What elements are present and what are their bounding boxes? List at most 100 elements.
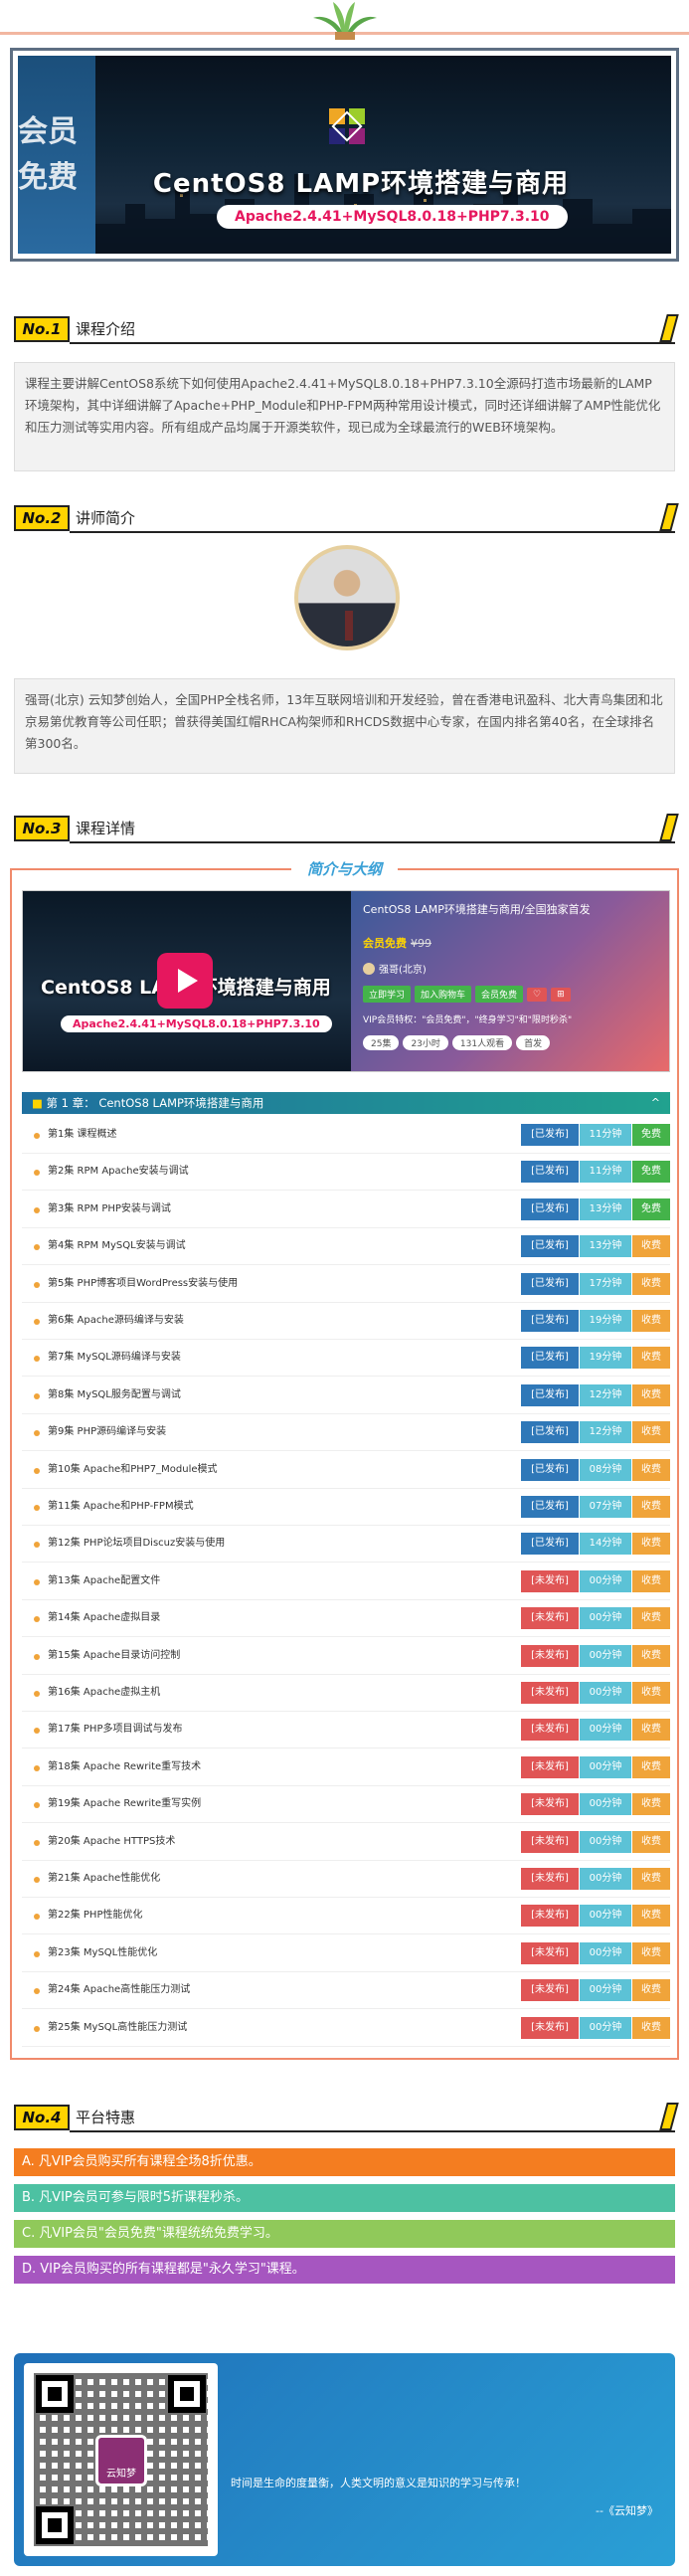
chapter-header[interactable]: ■ 第 1 章： CentOS8 LAMP环境搭建与商用 ^: [22, 1092, 670, 1114]
collapse-chevron-icon[interactable]: ^: [651, 1092, 660, 1114]
tag-hours: 23小时: [403, 1035, 448, 1050]
lesson-duration: 11分钟: [580, 1161, 631, 1184]
lesson-bullet-icon: [34, 1244, 40, 1251]
lesson-access-badge[interactable]: 收费: [632, 1421, 670, 1444]
lesson-title[interactable]: 第14集 Apache虚拟目录: [48, 1610, 160, 1626]
lesson-title[interactable]: 第8集 MySQL服务配置与调试: [48, 1387, 181, 1403]
lesson-row[interactable]: 第7集 MySQL源码编译与安装 [已发布] 19分钟 收费: [22, 1340, 670, 1378]
lesson-row[interactable]: 第14集 Apache虚拟目录 [未发布] 00分钟 收费: [22, 1600, 670, 1638]
play-button-icon[interactable]: [157, 953, 213, 1009]
lesson-row[interactable]: 第13集 Apache配置文件 [未发布] 00分钟 收费: [22, 1564, 670, 1600]
teacher-intro-text: 强哥(北京) 云知梦创始人，全国PHP全栈名师，13年互联网培训和开发经验，曾在…: [14, 678, 675, 774]
lesson-title[interactable]: 第16集 Apache虚拟主机: [48, 1685, 160, 1701]
member-free-badge: 会员免费: [18, 56, 95, 254]
lesson-title[interactable]: 第20集 Apache HTTPS技术: [48, 1834, 175, 1850]
lesson-title[interactable]: 第21集 Apache性能优化: [48, 1871, 160, 1887]
lesson-access-badge[interactable]: 收费: [632, 1868, 670, 1890]
lesson-title[interactable]: 第13集 Apache配置文件: [48, 1573, 160, 1589]
lesson-access-badge[interactable]: 免费: [632, 1197, 670, 1220]
lesson-access-badge[interactable]: 收费: [632, 1607, 670, 1630]
lesson-row[interactable]: 第21集 Apache性能优化 [未发布] 00分钟 收费: [22, 1861, 670, 1898]
lesson-row[interactable]: 第5集 PHP博客项目WordPress安装与使用 [已发布] 17分钟 收费: [22, 1266, 670, 1303]
lesson-title[interactable]: 第1集 课程概述: [48, 1127, 117, 1143]
lesson-access-badge[interactable]: 收费: [632, 1235, 670, 1258]
lesson-row[interactable]: 第3集 RPM PHP安装与调试 [已发布] 13分钟 免费: [22, 1192, 670, 1228]
lesson-bullet-icon: [34, 1802, 40, 1809]
lesson-title[interactable]: 第6集 Apache源码编译与安装: [48, 1313, 184, 1329]
lesson-row[interactable]: 第11集 Apache和PHP-FPM模式 [已发布] 07分钟 收费: [22, 1489, 670, 1526]
lesson-duration: 08分钟: [580, 1458, 631, 1481]
lesson-access-badge[interactable]: 收费: [632, 1310, 670, 1332]
lesson-row[interactable]: 第10集 Apache和PHP7_Module模式 [已发布] 08分钟 收费: [22, 1452, 670, 1489]
lesson-title[interactable]: 第24集 Apache高性能压力测试: [48, 1982, 190, 1998]
lesson-row[interactable]: 第16集 Apache虚拟主机 [未发布] 00分钟 收费: [22, 1675, 670, 1712]
lesson-access-badge[interactable]: 收费: [632, 1383, 670, 1406]
lesson-status-badge: [未发布]: [521, 1719, 579, 1742]
lesson-title[interactable]: 第9集 PHP源码编译与安装: [48, 1424, 166, 1440]
lesson-title[interactable]: 第4集 RPM MySQL安装与调试: [48, 1238, 186, 1254]
lesson-row[interactable]: 第12集 PHP论坛项目Discuz安装与使用 [已发布] 14分钟 收费: [22, 1526, 670, 1564]
lesson-access-badge[interactable]: 收费: [632, 1793, 670, 1816]
lesson-row[interactable]: 第15集 Apache目录访问控制 [未发布] 00分钟 收费: [22, 1638, 670, 1675]
lesson-row[interactable]: 第18集 Apache Rewrite重写技术 [未发布] 00分钟 收费: [22, 1749, 670, 1786]
video-thumbnail[interactable]: CentOS8 LAMP环境搭建与商用 Apache2.4.41+MySQL8.…: [23, 891, 351, 1071]
lesson-title[interactable]: 第19集 Apache Rewrite重写实例: [48, 1796, 201, 1812]
lesson-status-badge: [未发布]: [521, 1644, 579, 1667]
lesson-row[interactable]: 第9集 PHP源码编译与安装 [已发布] 12分钟 收费: [22, 1414, 670, 1452]
lesson-row[interactable]: 第24集 Apache高性能压力测试 [未发布] 00分钟 收费: [22, 1972, 670, 2010]
lesson-title[interactable]: 第2集 RPM Apache安装与调试: [48, 1164, 189, 1180]
share-icon[interactable]: ⊞: [551, 987, 571, 1002]
lesson-bullet-icon: [34, 1542, 40, 1549]
add-cart-button[interactable]: 加入购物车: [415, 986, 472, 1003]
lesson-row[interactable]: 第17集 PHP多项目调试与发布 [未发布] 00分钟 收费: [22, 1712, 670, 1749]
lesson-row[interactable]: 第1集 课程概述 [已发布] 11分钟 免费: [22, 1117, 670, 1154]
lesson-access-badge[interactable]: 收费: [632, 1719, 670, 1742]
lesson-access-badge[interactable]: 收费: [632, 1272, 670, 1295]
lesson-row[interactable]: 第20集 Apache HTTPS技术 [未发布] 00分钟 收费: [22, 1824, 670, 1861]
lesson-access-badge[interactable]: 收费: [632, 1905, 670, 1928]
lesson-row[interactable]: 第25集 MySQL高性能压力测试 [未发布] 00分钟 收费: [22, 2010, 670, 2047]
lesson-title[interactable]: 第17集 PHP多项目调试与发布: [48, 1722, 182, 1738]
lesson-bullet-icon: [34, 1133, 40, 1139]
lesson-title[interactable]: 第25集 MySQL高性能压力测试: [48, 2020, 187, 2036]
lesson-access-badge[interactable]: 收费: [632, 1644, 670, 1667]
lesson-access-badge[interactable]: 收费: [632, 2016, 670, 2039]
lesson-access-badge[interactable]: 收费: [632, 1941, 670, 1964]
lesson-access-badge[interactable]: 免费: [632, 1124, 670, 1146]
lesson-row[interactable]: 第22集 PHP性能优化 [未发布] 00分钟 收费: [22, 1898, 670, 1935]
lesson-row[interactable]: 第23集 MySQL性能优化 [未发布] 00分钟 收费: [22, 1935, 670, 1972]
lesson-access-badge[interactable]: 收费: [632, 1496, 670, 1518]
lesson-access-badge[interactable]: 收费: [632, 1458, 670, 1481]
lesson-access-badge[interactable]: 收费: [632, 1533, 670, 1556]
lesson-title[interactable]: 第18集 Apache Rewrite重写技术: [48, 1759, 201, 1775]
lesson-access-badge[interactable]: 收费: [632, 1830, 670, 1853]
lesson-row[interactable]: 第8集 MySQL服务配置与调试 [已发布] 12分钟 收费: [22, 1378, 670, 1414]
lesson-title[interactable]: 第11集 Apache和PHP-FPM模式: [48, 1499, 194, 1515]
lesson-bullet-icon: [34, 1691, 40, 1697]
lesson-access-badge[interactable]: 收费: [632, 1755, 670, 1778]
qr-code[interactable]: 云知梦: [24, 2363, 218, 2556]
lesson-bullet-icon: [34, 1728, 40, 1735]
lesson-row[interactable]: 第2集 RPM Apache安装与调试 [已发布] 11分钟 免费: [22, 1154, 670, 1192]
lesson-row[interactable]: 第4集 RPM MySQL安装与调试 [已发布] 13分钟 收费: [22, 1228, 670, 1266]
lesson-title[interactable]: 第10集 Apache和PHP7_Module模式: [48, 1462, 218, 1478]
lesson-title[interactable]: 第12集 PHP论坛项目Discuz安装与使用: [48, 1536, 225, 1552]
lesson-title[interactable]: 第15集 Apache目录访问控制: [48, 1648, 180, 1664]
lesson-access-badge[interactable]: 收费: [632, 1682, 670, 1704]
lesson-title[interactable]: 第5集 PHP博客项目WordPress安装与使用: [48, 1276, 238, 1292]
lesson-duration: 17分钟: [580, 1272, 631, 1295]
lesson-access-badge[interactable]: 收费: [632, 1979, 670, 2002]
lesson-access-badge[interactable]: 免费: [632, 1161, 670, 1184]
lesson-access-badge[interactable]: 收费: [632, 1347, 670, 1370]
lesson-duration: 00分钟: [580, 1830, 631, 1853]
lesson-title[interactable]: 第7集 MySQL源码编译与安装: [48, 1350, 181, 1366]
lesson-title[interactable]: 第22集 PHP性能优化: [48, 1908, 142, 1924]
lesson-row[interactable]: 第6集 Apache源码编译与安装 [已发布] 19分钟 收费: [22, 1303, 670, 1340]
member-free-button[interactable]: 会员免费: [475, 986, 524, 1003]
lesson-title[interactable]: 第3集 RPM PHP安装与调试: [48, 1201, 171, 1217]
lesson-access-badge[interactable]: 收费: [632, 1569, 670, 1592]
lesson-row[interactable]: 第19集 Apache Rewrite重写实例 [未发布] 00分钟 收费: [22, 1786, 670, 1824]
lesson-title[interactable]: 第23集 MySQL性能优化: [48, 1945, 157, 1961]
study-now-button[interactable]: 立即学习: [363, 986, 412, 1003]
favorite-heart-icon[interactable]: ♡: [527, 987, 548, 1002]
